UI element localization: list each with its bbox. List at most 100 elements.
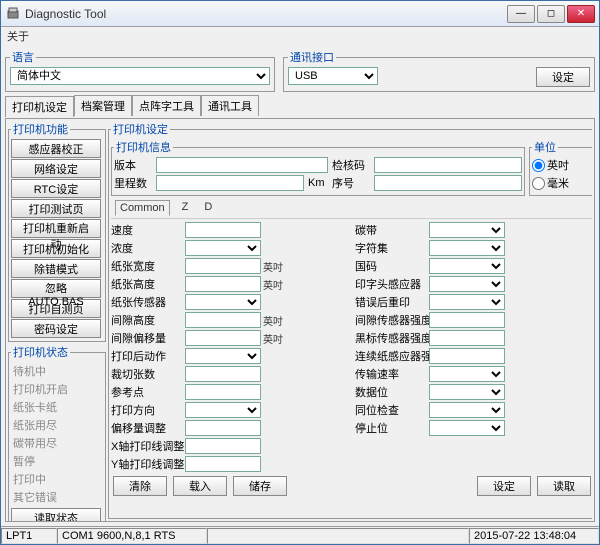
unit-mm-radio[interactable] [532, 177, 545, 190]
menubar: 关于 [1, 27, 599, 45]
sub-tabs: Common Z D [111, 198, 592, 219]
param-right-10-input[interactable] [429, 402, 505, 418]
tab-file-manager[interactable]: 档案管理 [74, 95, 132, 116]
param-label: 间隙传感器强度 [355, 312, 427, 328]
func-button-1[interactable]: 网络设定 [11, 159, 101, 178]
param-label: Y轴打印线调整 [111, 456, 183, 472]
right-column: 打印机设定 打印机信息 版本 检核码 里程数 [108, 121, 592, 519]
param-right-11-input[interactable] [429, 420, 505, 436]
save-button[interactable]: 储存 [233, 476, 287, 496]
param-row: 间隙传感器强度 [355, 311, 592, 329]
menu-about[interactable]: 关于 [7, 28, 29, 44]
param-left-9-input[interactable] [185, 384, 261, 400]
param-row: 浓度 [111, 239, 349, 257]
tab-comm-tool[interactable]: 通讯工具 [201, 95, 259, 116]
func-button-0[interactable]: 感应器校正 [11, 139, 101, 158]
subtab-common[interactable]: Common [115, 200, 170, 216]
status-item-3: 纸张用尽 [11, 416, 103, 434]
param-left-5-input[interactable] [185, 312, 261, 328]
param-left-13-input[interactable] [185, 456, 261, 472]
param-label: 同位检查 [355, 402, 427, 418]
param-label: 数据位 [355, 384, 427, 400]
param-row: 裁切张数 [111, 365, 349, 383]
unit-inch-radio[interactable] [532, 159, 545, 172]
param-left-1-input[interactable] [185, 240, 261, 256]
param-label: 纸张高度 [111, 276, 183, 292]
tab-bitmap-font[interactable]: 点阵字工具 [132, 95, 201, 116]
func-button-5[interactable]: 打印机初始化 [11, 239, 101, 258]
close-button[interactable]: ✕ [567, 5, 595, 23]
param-row: 同位检查 [355, 401, 592, 419]
main-area: 打印机功能 感应器校正网络设定RTC设定打印测试页打印机重新启动打印机初始化除错… [5, 118, 595, 522]
param-row: 印字头感应器 [355, 275, 592, 293]
param-right-7-input[interactable] [429, 348, 505, 364]
subtab-z[interactable]: Z [178, 200, 193, 216]
param-row: 速度 [111, 221, 349, 239]
param-label: 停止位 [355, 420, 427, 436]
set-button[interactable]: 设定 [477, 476, 531, 496]
serial-field[interactable] [374, 175, 522, 191]
read-button[interactable]: 读取 [537, 476, 591, 496]
param-right-1-input[interactable] [429, 240, 505, 256]
func-button-2[interactable]: RTC设定 [11, 179, 101, 198]
param-label: 传输速率 [355, 366, 427, 382]
func-button-4[interactable]: 打印机重新启动 [11, 219, 101, 238]
printer-settings-group: 打印机设定 打印机信息 版本 检核码 里程数 [108, 121, 592, 519]
param-left-10-input[interactable] [185, 402, 261, 418]
clear-button[interactable]: 清除 [113, 476, 167, 496]
param-left-4-input[interactable] [185, 294, 261, 310]
func-button-6[interactable]: 除错模式 [11, 259, 101, 278]
param-left-11-input[interactable] [185, 420, 261, 436]
printer-info-group: 打印机信息 版本 检核码 里程数 Km 序号 [111, 139, 525, 196]
statusbar: LPT1 COM1 9600,N,8,1 RTS 2015-07-22 13:4… [1, 526, 599, 544]
load-button[interactable]: 载入 [173, 476, 227, 496]
param-right-0-input[interactable] [429, 222, 505, 238]
param-label: 间隙偏移量 [111, 330, 183, 346]
param-left-8-input[interactable] [185, 366, 261, 382]
mileage-field[interactable] [156, 175, 304, 191]
tab-printer-settings[interactable]: 打印机设定 [5, 96, 74, 117]
status-item-0: 待机中 [11, 362, 103, 380]
param-left-6-input[interactable] [185, 330, 261, 346]
mileage-label: 里程数 [114, 175, 152, 191]
language-group: 语言 简体中文 [5, 49, 275, 92]
param-right-5-input[interactable] [429, 312, 505, 328]
param-left-12-input[interactable] [185, 438, 261, 454]
param-row: 错误后重印 [355, 293, 592, 311]
param-label: 裁切张数 [111, 366, 183, 382]
comm-select[interactable]: USB [288, 67, 378, 85]
param-left-0-input[interactable] [185, 222, 261, 238]
func-button-8[interactable]: 打印自测页 [11, 299, 101, 318]
serial-label: 序号 [332, 175, 370, 191]
func-button-7[interactable]: 忽略 AUTO.BAS [11, 279, 101, 298]
param-label: 黑标传感器强度 [355, 330, 427, 346]
param-right-3-input[interactable] [429, 276, 505, 292]
func-button-9[interactable]: 密码设定 [11, 319, 101, 338]
param-right-4-input[interactable] [429, 294, 505, 310]
param-left-3-input[interactable] [185, 276, 261, 292]
param-row: 连续纸感应器强度 [355, 347, 592, 365]
param-left-7-input[interactable] [185, 348, 261, 364]
subtab-d[interactable]: D [200, 200, 216, 216]
param-row: 打印后动作 [111, 347, 349, 365]
maximize-button[interactable]: ◻ [537, 5, 565, 23]
checksum-field[interactable] [374, 157, 522, 173]
param-left-2-input[interactable] [185, 258, 261, 274]
param-label: 碳带 [355, 222, 427, 238]
param-label: 偏移量调整 [111, 420, 183, 436]
params-right-col: 碳带字符集国码印字头感应器错误后重印间隙传感器强度黑标传感器强度连续纸感应器强度… [355, 221, 592, 473]
param-row: 国码 [355, 257, 592, 275]
status-item-5: 暂停 [11, 452, 103, 470]
comm-set-button[interactable]: 设定 [536, 67, 590, 87]
language-select[interactable]: 简体中文 [10, 67, 270, 85]
param-right-6-input[interactable] [429, 330, 505, 346]
version-field[interactable] [156, 157, 328, 173]
read-status-button[interactable]: 读取状态 [11, 508, 101, 522]
param-right-8-input[interactable] [429, 366, 505, 382]
status-item-6: 打印中 [11, 470, 103, 488]
param-row: 碳带 [355, 221, 592, 239]
param-right-9-input[interactable] [429, 384, 505, 400]
minimize-button[interactable]: — [507, 5, 535, 23]
param-right-2-input[interactable] [429, 258, 505, 274]
func-button-3[interactable]: 打印测试页 [11, 199, 101, 218]
